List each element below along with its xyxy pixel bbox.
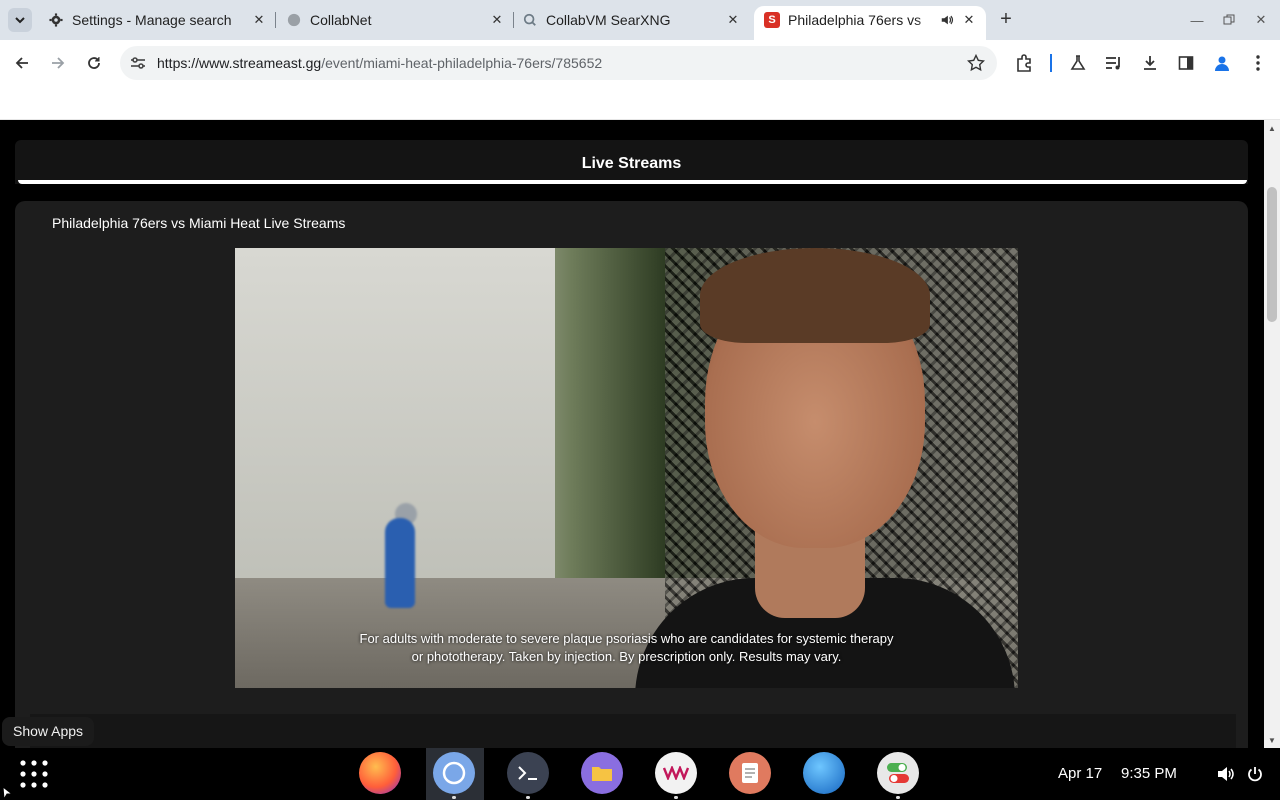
minimize-icon[interactable]: — [1187,10,1207,30]
tab-philadelphia-76ers[interactable]: S Philadelphia 76ers vs ✕ [754,6,986,40]
close-icon[interactable]: ✕ [960,11,978,29]
running-indicator [452,796,456,799]
video-player[interactable]: For adults with moderate to severe plaqu… [235,248,1018,688]
download-icon[interactable] [1140,53,1160,73]
restore-icon[interactable] [1219,10,1239,30]
bookmark-star-icon[interactable] [967,54,985,72]
new-tab-button[interactable]: + [996,9,1016,30]
tab-searxng[interactable]: CollabVM SearXNG ✕ [522,6,742,34]
video-scene-player [385,518,415,608]
bookmark-bar [0,86,1280,120]
status-time[interactable]: 9:35 PM [1121,765,1177,782]
tab-title: CollabVM SearXNG [546,12,671,28]
text-editor-icon[interactable] [729,752,771,794]
globe-icon [286,12,302,28]
scrollbar-thumb[interactable] [1267,187,1277,322]
vertical-scrollbar[interactable]: ▲ ▼ [1264,120,1280,748]
page-title: Live Streams [581,155,682,172]
app-grid-icon[interactable] [18,758,50,790]
profile-avatar-icon[interactable] [1212,53,1232,73]
address-bar[interactable]: https://www.streameast.gg/event/miami-he… [120,46,997,80]
streameast-icon: S [764,12,780,28]
tab-separator [513,12,514,28]
close-icon[interactable]: ✕ [250,11,268,29]
card-title: Philadelphia 76ers vs Miami Heat Live St… [52,215,346,231]
forward-button[interactable] [46,51,70,75]
caption-line: or phototherapy. Taken by injection. By … [411,649,842,664]
tab-collabnet[interactable]: CollabNet ✕ [286,6,506,34]
video-caption: For adults with moderate to severe plaqu… [235,630,1018,666]
close-icon[interactable]: ✕ [724,11,742,29]
searxng-icon [522,12,538,28]
extensions-icon[interactable] [1014,53,1034,73]
back-button[interactable] [10,51,34,75]
files-icon[interactable] [581,752,623,794]
running-indicator [526,796,530,799]
tab-title: Settings - Manage search [72,12,232,28]
menu-kebab-icon[interactable] [1248,53,1268,73]
power-icon[interactable] [1245,764,1265,784]
tab-strip: Settings - Manage search ✕ CollabNet ✕ C… [0,0,1280,40]
show-apps-tooltip: Show Apps [2,717,95,746]
mouse-cursor-icon [2,786,14,800]
arrow-right-icon [52,57,65,69]
volume-icon[interactable] [1216,764,1236,784]
reload-button[interactable] [82,51,106,75]
close-icon[interactable]: ✕ [488,11,506,29]
reload-icon [88,57,100,69]
firefox-icon[interactable] [359,752,401,794]
streams-card: Philadelphia 76ers vs Miami Heat Live St… [15,201,1248,748]
url-path: /event/miami-heat-philadelphia-76ers/785… [321,55,603,71]
web-page: Live Streams Philadelphia 76ers vs Miami… [0,120,1264,748]
site-info-icon[interactable] [129,54,147,72]
url-host: https://www.streameast.gg [157,55,322,71]
close-window-icon[interactable]: ✕ [1251,10,1271,30]
video-scene-man-hair [700,248,930,343]
labs-flask-icon[interactable] [1068,53,1088,73]
side-panel-icon[interactable] [1176,53,1196,73]
web-browser-icon[interactable] [803,752,845,794]
browser-toolbar: https://www.streameast.gg/event/miami-he… [0,40,1280,86]
tab-search-button[interactable] [8,8,32,32]
arrow-left-icon [15,57,28,69]
caption-line: For adults with moderate to severe plaqu… [359,631,894,646]
os-shelf: Apr 17 9:35 PM [0,748,1280,800]
running-indicator [674,796,678,799]
running-indicator [896,796,900,799]
status-date[interactable]: Apr 17 [1058,765,1102,782]
vm-icon[interactable] [655,752,697,794]
url-text: https://www.streameast.gg/event/miami-he… [157,55,602,71]
toolbar-separator [1050,54,1052,72]
tab-title: CollabNet [310,12,372,28]
tab-settings[interactable]: Settings - Manage search ✕ [48,6,268,34]
speaker-icon[interactable] [938,11,956,29]
media-controls-icon[interactable] [1104,53,1124,73]
scroll-up-icon[interactable]: ▲ [1264,120,1280,136]
chromium-icon[interactable] [433,752,475,794]
tab-separator [275,12,276,28]
gear-icon [48,12,64,28]
header-underline [18,180,1247,184]
stream-list-row [30,714,1236,748]
toggle-settings-icon[interactable] [877,752,919,794]
scroll-down-icon[interactable]: ▼ [1264,732,1280,748]
chevron-down-icon [15,17,25,24]
terminal-icon[interactable] [507,752,549,794]
tab-title: Philadelphia 76ers vs [788,12,922,28]
live-streams-header: Live Streams [15,140,1248,184]
